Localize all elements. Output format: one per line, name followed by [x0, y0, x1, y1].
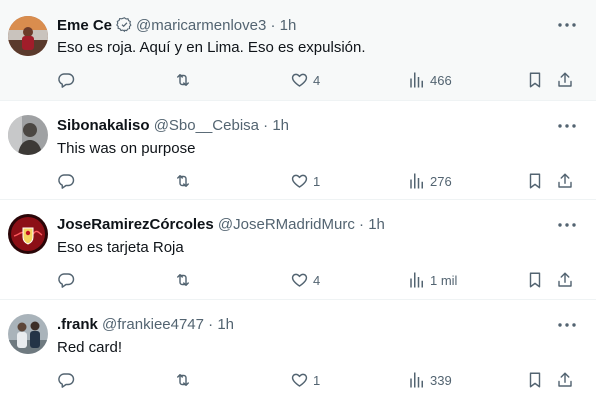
author-name[interactable]: .frank [57, 316, 98, 333]
retweet-icon [173, 172, 193, 190]
tweet-header: Sibonakaliso @Sbo__Cebisa · 1h [57, 117, 556, 135]
views-button[interactable]: 466 [408, 68, 452, 92]
tweet-text: Eso es roja. Aquí y en Lima. Eso es expu… [57, 39, 366, 56]
reply-tweet[interactable]: .frank @frankiee4747 · 1h Red card! 1 33… [0, 300, 596, 404]
views-button[interactable]: 339 [408, 368, 452, 392]
avatar[interactable] [8, 16, 48, 56]
share-icon [556, 172, 574, 190]
more-options-icon[interactable] [556, 216, 578, 234]
reply-icon [57, 71, 75, 89]
tweet-text: Red card! [57, 339, 123, 356]
views-chart-icon [408, 172, 426, 190]
views-chart-icon [408, 71, 426, 89]
views-count: 339 [430, 372, 452, 388]
reply-feed: Eme Ce @maricarmenlove3 · 1h Eso es roja.… [0, 0, 596, 404]
tweet-header: JoseRamirezCórcoles @JoseRMadridMurc · 1… [57, 216, 556, 234]
share-button[interactable] [556, 68, 574, 92]
reply-icon [57, 172, 75, 190]
share-button[interactable] [556, 368, 574, 392]
avatar[interactable] [8, 314, 48, 354]
author-handle[interactable]: @maricarmenlove3 [136, 17, 266, 34]
bookmark-button[interactable] [526, 68, 544, 92]
heart-icon [290, 172, 309, 190]
like-count: 1 [313, 173, 321, 189]
tweet-text: This was on purpose [57, 140, 196, 157]
share-icon [556, 71, 574, 89]
author-name[interactable]: Sibonakaliso [57, 117, 150, 134]
like-count: 1 [313, 372, 321, 388]
timestamp[interactable]: 1h [272, 117, 289, 134]
reply-button[interactable] [57, 169, 75, 193]
heart-icon [290, 71, 309, 89]
views-chart-icon [408, 371, 426, 389]
separator-dot: · [263, 117, 269, 134]
tweet-actions: 1 276 [0, 169, 596, 193]
author-handle[interactable]: @frankiee4747 [102, 316, 204, 333]
avatar[interactable] [8, 115, 48, 155]
avatar[interactable] [8, 214, 48, 254]
retweet-button[interactable] [173, 68, 193, 92]
like-button[interactable]: 1 [290, 169, 320, 193]
bookmark-button[interactable] [526, 268, 544, 292]
reply-button[interactable] [57, 268, 75, 292]
share-button[interactable] [556, 169, 574, 193]
timestamp[interactable]: 1h [368, 216, 385, 233]
reply-tweet[interactable]: Sibonakaliso @Sbo__Cebisa · 1h This was … [0, 101, 596, 200]
like-button[interactable]: 1 [290, 368, 320, 392]
retweet-icon [173, 71, 193, 89]
tweet-actions: 4 466 [0, 68, 596, 92]
retweet-icon [173, 271, 193, 289]
views-button[interactable]: 276 [408, 169, 452, 193]
more-options-icon[interactable] [556, 16, 578, 34]
views-count: 1 mil [430, 272, 458, 288]
share-button[interactable] [556, 268, 574, 292]
heart-icon [290, 271, 309, 289]
reply-tweet[interactable]: Eme Ce @maricarmenlove3 · 1h Eso es roja.… [0, 0, 596, 101]
reply-icon [57, 371, 75, 389]
retweet-button[interactable] [173, 368, 193, 392]
author-handle[interactable]: @JoseRMadridMurc [218, 216, 355, 233]
tweet-actions: 1 339 [0, 368, 596, 392]
like-button[interactable]: 4 [290, 268, 320, 292]
separator-dot: · [208, 316, 214, 333]
bookmark-icon [526, 271, 544, 289]
tweet-header: .frank @frankiee4747 · 1h [57, 316, 556, 334]
bookmark-icon [526, 172, 544, 190]
views-count: 466 [430, 72, 452, 88]
bookmark-button[interactable] [526, 169, 544, 193]
reply-tweet[interactable]: JoseRamirezCórcoles @JoseRMadridMurc · 1… [0, 200, 596, 300]
heart-icon [290, 371, 309, 389]
author-name[interactable]: JoseRamirezCórcoles [57, 216, 214, 233]
like-count: 4 [313, 272, 321, 288]
timestamp[interactable]: 1h [280, 17, 297, 34]
author-handle[interactable]: @Sbo__Cebisa [154, 117, 259, 134]
tweet-header: Eme Ce @maricarmenlove3 · 1h [57, 16, 556, 38]
reply-button[interactable] [57, 68, 75, 92]
verified-badge-icon [116, 16, 133, 38]
retweet-button[interactable] [173, 268, 193, 292]
reply-icon [57, 271, 75, 289]
tweet-actions: 4 1 mil [0, 268, 596, 292]
more-options-icon[interactable] [556, 117, 578, 135]
separator-dot: · [359, 216, 365, 233]
tweet-text: Eso es tarjeta Roja [57, 239, 184, 256]
views-chart-icon [408, 271, 426, 289]
reply-button[interactable] [57, 368, 75, 392]
bookmark-icon [526, 371, 544, 389]
retweet-icon [173, 371, 193, 389]
author-name[interactable]: Eme Ce [57, 17, 112, 34]
bookmark-button[interactable] [526, 368, 544, 392]
views-button[interactable]: 1 mil [408, 268, 457, 292]
more-options-icon[interactable] [556, 316, 578, 334]
share-icon [556, 371, 574, 389]
separator-dot: · [270, 17, 276, 34]
like-count: 4 [313, 72, 321, 88]
timestamp[interactable]: 1h [217, 316, 234, 333]
bookmark-icon [526, 71, 544, 89]
views-count: 276 [430, 173, 452, 189]
retweet-button[interactable] [173, 169, 193, 193]
share-icon [556, 271, 574, 289]
like-button[interactable]: 4 [290, 68, 320, 92]
